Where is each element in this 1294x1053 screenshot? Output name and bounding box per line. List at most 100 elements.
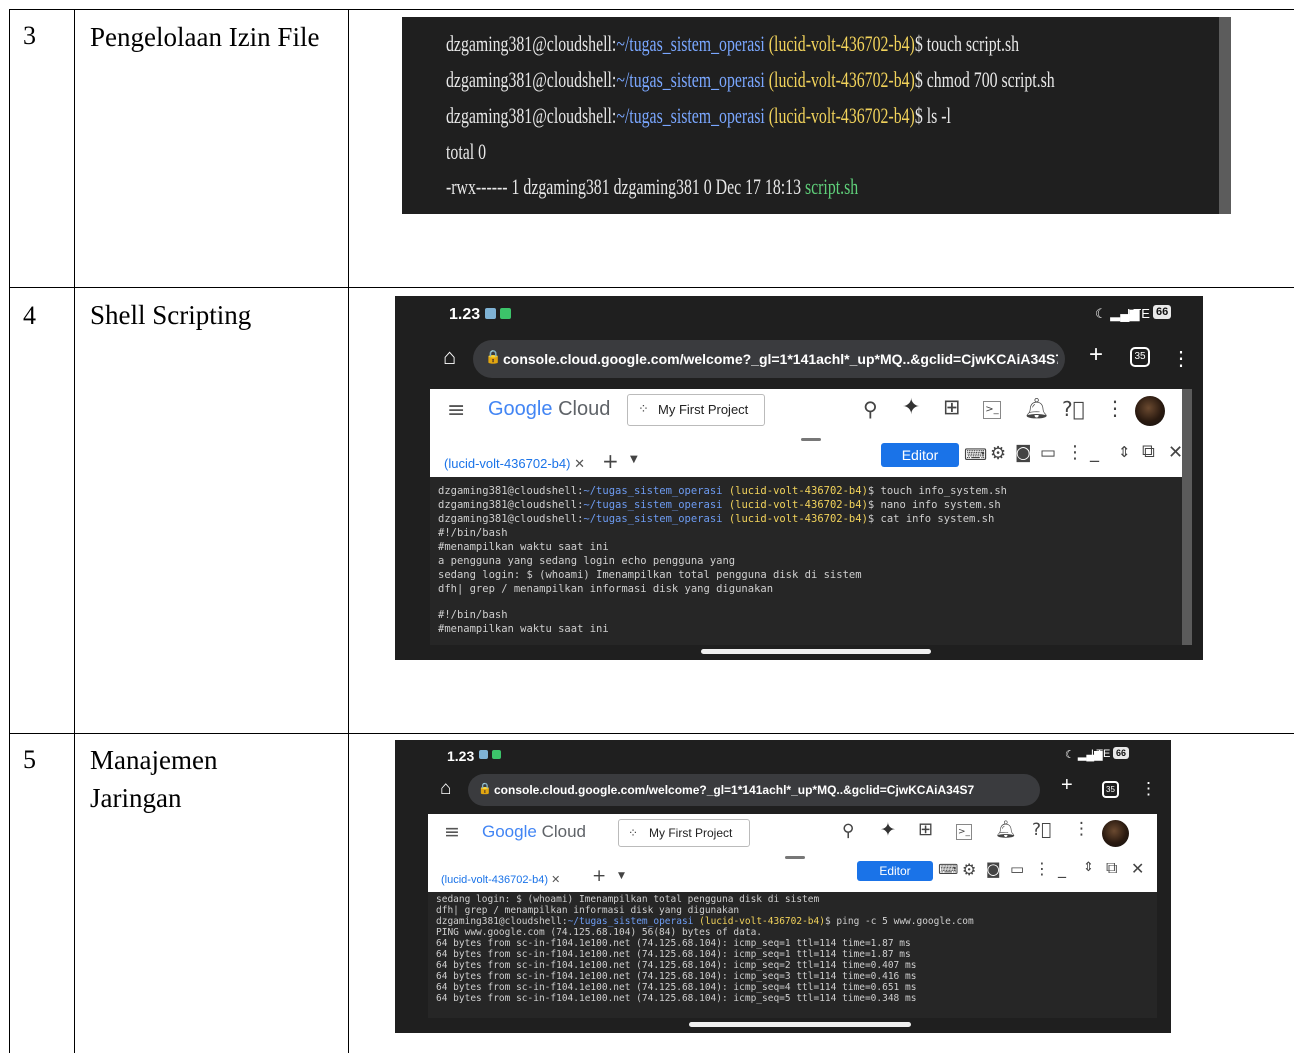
new-tab-icon[interactable]: + bbox=[1061, 774, 1073, 797]
row-title-line2: Jaringan bbox=[90, 783, 182, 813]
terminal-line: a pengguna yang sedang login echo penggu… bbox=[438, 555, 736, 567]
terminal-line: PING www.google.com (74.125.68.104) 56(8… bbox=[436, 927, 763, 938]
gesture-bar[interactable] bbox=[689, 1022, 911, 1027]
avatar[interactable] bbox=[1102, 820, 1129, 847]
minimize-panel-icon[interactable]: ▭ bbox=[1010, 860, 1024, 878]
hamburger-menu-icon[interactable]: ≡ bbox=[444, 821, 460, 843]
row-title: Shell Scripting bbox=[90, 300, 252, 330]
minimize-icon[interactable]: _ bbox=[1058, 859, 1066, 878]
tab-count[interactable]: 35 bbox=[1102, 781, 1119, 798]
terminal-line: 64 bytes from sc-in-f104.1e100.net (74.1… bbox=[436, 960, 917, 971]
open-new-window-icon[interactable]: ⧉ bbox=[1142, 441, 1155, 462]
tab-count[interactable]: 35 bbox=[1130, 347, 1150, 367]
new-tab-icon[interactable]: + bbox=[1089, 341, 1103, 369]
column-divider bbox=[348, 9, 349, 1053]
gift-icon[interactable]: ⊞ bbox=[943, 395, 961, 419]
address-bar[interactable]: 🔒 console.cloud.google.com/welcome?_gl=1… bbox=[468, 774, 1040, 806]
menu-dots-icon[interactable]: ⋮ bbox=[1140, 779, 1157, 799]
tab-dropdown-icon[interactable]: ▼ bbox=[618, 871, 625, 881]
expand-icon[interactable]: ⇕ bbox=[1083, 860, 1094, 875]
project-selector[interactable]: ⁘ My First Project bbox=[627, 394, 765, 426]
row-number: 5 bbox=[23, 745, 36, 774]
table-border-top bbox=[9, 9, 1294, 10]
gift-icon[interactable]: ⊞ bbox=[918, 819, 933, 840]
editor-button[interactable]: Editor bbox=[857, 861, 933, 881]
table-border-left bbox=[9, 9, 10, 1053]
close-panel-icon[interactable]: ✕ bbox=[1131, 859, 1144, 878]
gesture-bar[interactable] bbox=[701, 649, 931, 654]
telegram-icon bbox=[485, 308, 496, 319]
row-number: 3 bbox=[23, 21, 36, 50]
tab-project[interactable]: (lucid-volt-436702-b4) ✕ bbox=[444, 456, 585, 472]
lock-icon: 🔒 bbox=[478, 783, 492, 795]
add-tab-icon[interactable]: + bbox=[592, 866, 606, 886]
tab-project[interactable]: (lucid-volt-436702-b4) ✕ bbox=[441, 873, 560, 886]
terminal-line: dfh| grep / menampilkan informasi disk y… bbox=[436, 905, 740, 916]
signal-label: LTE bbox=[1127, 306, 1150, 321]
help-icon[interactable]: ?⃝ bbox=[1062, 397, 1085, 421]
lock-icon: 🔒 bbox=[485, 349, 502, 364]
row-number: 4 bbox=[23, 301, 36, 330]
settings-icon[interactable]: ⚙ bbox=[962, 860, 976, 879]
add-tab-icon[interactable]: + bbox=[602, 449, 619, 473]
close-panel-icon[interactable]: ✕ bbox=[1168, 442, 1183, 463]
terminal-output[interactable]: dzgaming381@cloudshell:~/tugas_sistem_op… bbox=[430, 477, 1192, 645]
settings-icon[interactable]: ⚙ bbox=[990, 443, 1006, 464]
column-divider bbox=[74, 9, 75, 1053]
drag-handle[interactable] bbox=[785, 856, 805, 859]
tab-dropdown-icon[interactable]: ▼ bbox=[630, 454, 638, 465]
avatar[interactable] bbox=[1135, 396, 1165, 426]
cloud-shell-icon[interactable]: >_ bbox=[983, 401, 1001, 419]
expand-icon[interactable]: ⇕ bbox=[1118, 443, 1131, 461]
terminal-line: dzgaming381@cloudshell:~/tugas_sistem_op… bbox=[446, 103, 951, 128]
gemini-sparkle-icon[interactable]: ✦ bbox=[880, 819, 896, 841]
editor-button[interactable]: Editor bbox=[881, 443, 959, 467]
terminal-output[interactable]: sedang login: $ (whoami) Imenampilkan to… bbox=[428, 892, 1157, 1018]
page-scrollbar[interactable] bbox=[1182, 389, 1192, 645]
google-cloud-logo[interactable]: Google Cloud bbox=[482, 822, 586, 842]
bell-icon[interactable]: 🔔︎ bbox=[995, 820, 1017, 840]
open-new-window-icon[interactable]: ⧉ bbox=[1106, 858, 1117, 878]
cloud-shell-icon[interactable]: >_ bbox=[956, 824, 972, 840]
menu-dots-icon[interactable]: ⋮ bbox=[1171, 346, 1191, 371]
keyboard-icon[interactable]: ⌨ bbox=[938, 862, 958, 878]
project-icon: ⁘ bbox=[628, 826, 639, 840]
battery-level: 66 bbox=[1113, 747, 1130, 759]
terminal-line: dzgaming381@cloudshell:~/tugas_sistem_op… bbox=[436, 916, 974, 927]
more-vert-icon[interactable]: ⋮ bbox=[1073, 819, 1090, 839]
terminal-line: dzgaming381@cloudshell:~/tugas_sistem_op… bbox=[438, 485, 1007, 497]
row-title: Manajemen bbox=[90, 745, 218, 775]
close-tab-icon[interactable]: ✕ bbox=[551, 874, 560, 886]
terminal-line: 64 bytes from sc-in-f104.1e100.net (74.1… bbox=[436, 971, 917, 982]
more-options-icon[interactable]: ⋮ bbox=[1066, 442, 1084, 463]
signal-label: LTE bbox=[1091, 748, 1111, 760]
minimize-icon[interactable]: _ bbox=[1090, 442, 1099, 463]
close-tab-icon[interactable]: ✕ bbox=[574, 456, 585, 471]
terminal-line: 64 bytes from sc-in-f104.1e100.net (74.1… bbox=[436, 993, 917, 1004]
terminal-line: total 0 bbox=[446, 139, 487, 164]
drag-handle[interactable] bbox=[801, 438, 821, 441]
more-vert-icon[interactable]: ⋮ bbox=[1105, 396, 1125, 420]
bell-icon[interactable]: 🔔︎ bbox=[1024, 396, 1049, 420]
address-bar[interactable]: 🔒 console.cloud.google.com/welcome?_gl=1… bbox=[473, 340, 1065, 378]
preview-icon[interactable]: ◙ bbox=[1015, 443, 1032, 463]
home-icon[interactable]: ⌂ bbox=[440, 778, 451, 800]
google-cloud-logo[interactable]: Google Cloud bbox=[488, 398, 610, 421]
gemini-sparkle-icon[interactable]: ✦ bbox=[902, 395, 920, 420]
preview-icon[interactable]: ◙ bbox=[986, 860, 1001, 878]
row-title: Pengelolaan Izin File bbox=[90, 22, 320, 52]
terminal-line: dzgaming381@cloudshell:~/tugas_sistem_op… bbox=[438, 513, 995, 525]
battery-level: 66 bbox=[1153, 305, 1172, 319]
status-time: 1.23 bbox=[449, 306, 481, 323]
project-icon: ⁘ bbox=[638, 402, 649, 417]
hamburger-menu-icon[interactable]: ≡ bbox=[447, 398, 465, 423]
home-icon[interactable]: ⌂ bbox=[443, 344, 456, 370]
minimize-panel-icon[interactable]: ▭ bbox=[1040, 443, 1056, 463]
search-icon[interactable]: ⚲ bbox=[842, 821, 854, 841]
more-options-icon[interactable]: ⋮ bbox=[1034, 859, 1050, 878]
keyboard-icon[interactable]: ⌨ bbox=[964, 445, 987, 464]
terminal-line: -rwx------ 1 dzgaming381 dzgaming381 0 D… bbox=[446, 174, 859, 199]
help-icon[interactable]: ?⃝ bbox=[1032, 820, 1051, 840]
project-selector[interactable]: ⁘ My First Project bbox=[618, 819, 750, 847]
search-icon[interactable]: ⚲ bbox=[863, 397, 878, 421]
